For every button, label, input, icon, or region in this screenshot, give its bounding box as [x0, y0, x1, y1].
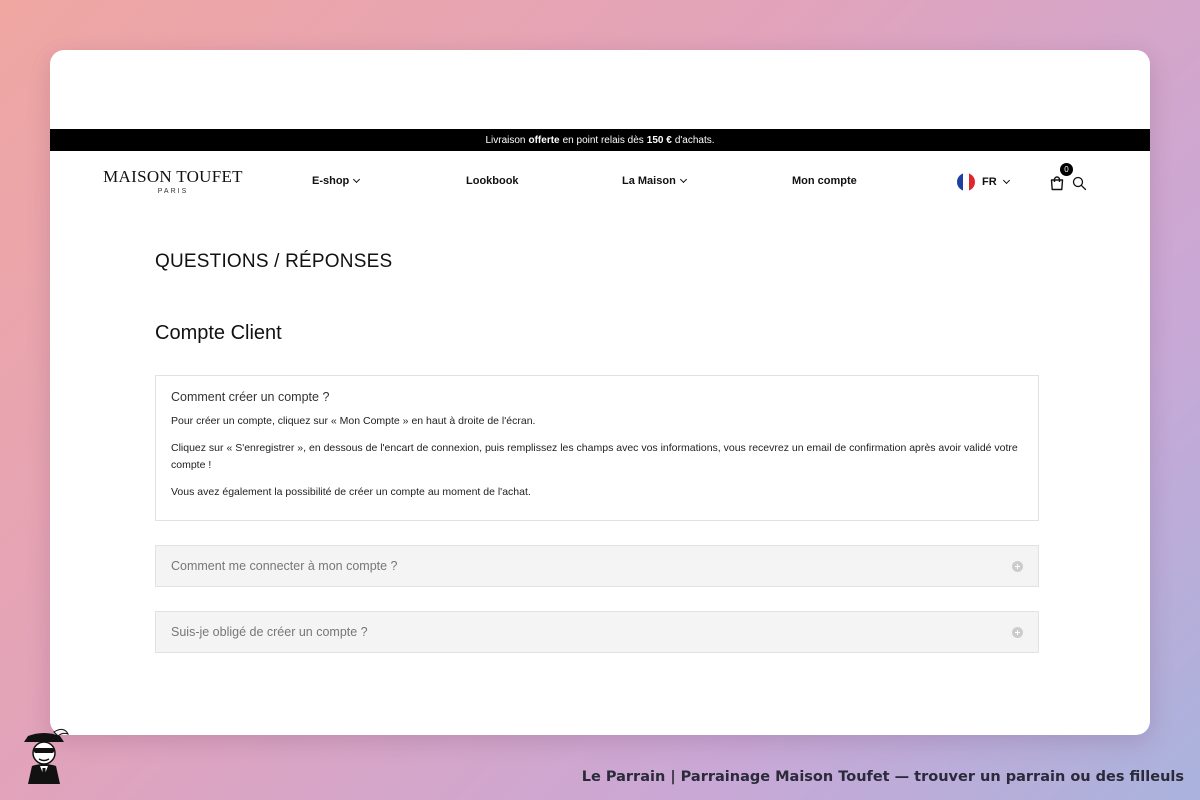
- language-selector[interactable]: FR: [957, 173, 1010, 191]
- chevron-down-icon: [353, 175, 361, 184]
- nav-eshop[interactable]: E-shop: [312, 175, 361, 187]
- faq-item-expanded: Comment créer un compte ? Pour créer un …: [155, 375, 1039, 521]
- shopping-bag-icon[interactable]: [1049, 175, 1065, 191]
- faq-answer-paragraph: Vous avez également la possibilité de cr…: [171, 486, 531, 498]
- section-title: Compte Client: [155, 322, 282, 344]
- footer-caption: Le Parrain | Parrainage Maison Toufet — …: [581, 769, 1184, 785]
- promo-highlight: offerte: [528, 134, 560, 146]
- browser-window: Livraison offerte en point relais dès 15…: [50, 50, 1150, 735]
- chevron-down-icon: [679, 175, 687, 184]
- faq-question: Comment me connecter à mon compte ?: [171, 559, 398, 573]
- faq-answer-paragraph: Cliquez sur « S'enregistrer », en dessou…: [171, 442, 1018, 471]
- nav-mon-compte-label: Mon compte: [792, 175, 857, 187]
- faq-question[interactable]: Comment créer un compte ?: [171, 390, 1023, 404]
- expand-icon: [1012, 626, 1023, 638]
- search-icon[interactable]: [1072, 176, 1087, 191]
- nav-eshop-label: E-shop: [312, 175, 350, 187]
- nav-la-maison[interactable]: La Maison: [622, 175, 687, 187]
- logo-brand: MAISON TOUFET: [103, 167, 243, 186]
- nav-mon-compte[interactable]: Mon compte: [792, 175, 857, 187]
- logo-city: PARIS: [157, 188, 189, 195]
- chevron-down-icon: [1002, 176, 1010, 185]
- godfather-mascot-icon: [24, 728, 69, 784]
- faq-item-collapsed[interactable]: Comment me connecter à mon compte ?: [155, 545, 1039, 587]
- promo-middle: en point relais dès: [562, 134, 644, 146]
- language-label: FR: [982, 176, 997, 188]
- faq-answer-paragraph: Pour créer un compte, cliquez sur « Mon …: [171, 415, 536, 427]
- nav-lookbook[interactable]: Lookbook: [466, 175, 519, 187]
- promo-banner: Livraison offerte en point relais dès 15…: [50, 129, 1150, 151]
- expand-icon: [1012, 560, 1023, 572]
- site-logo[interactable]: MAISON TOUFET PARIS: [100, 167, 246, 196]
- nav-lookbook-label: Lookbook: [466, 175, 519, 187]
- site-header: MAISON TOUFET PARIS E-shop Lookbook La M…: [50, 151, 1150, 213]
- france-flag-icon: [957, 173, 975, 191]
- faq-question: Suis-je obligé de créer un compte ?: [171, 625, 368, 639]
- faq-item-collapsed[interactable]: Suis-je obligé de créer un compte ?: [155, 611, 1039, 653]
- page-title: QUESTIONS / RÉPONSES: [155, 251, 393, 272]
- promo-amount: 150 €: [646, 134, 672, 146]
- promo-prefix: Livraison: [485, 134, 526, 146]
- cart-count-badge: 0: [1060, 163, 1073, 176]
- nav-la-maison-label: La Maison: [622, 175, 676, 187]
- promo-suffix: d'achats.: [674, 134, 715, 146]
